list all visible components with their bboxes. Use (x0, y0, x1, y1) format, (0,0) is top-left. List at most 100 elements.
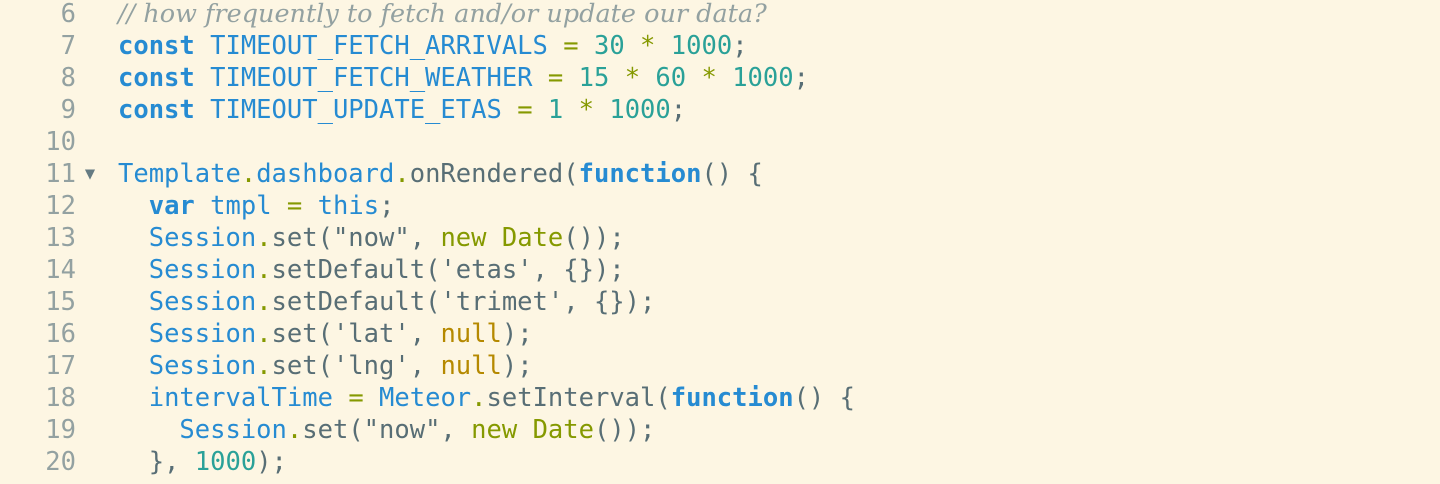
code-token: null (440, 319, 502, 349)
code-text: Session.set("now", new Date()); (118, 414, 655, 446)
code-token: ()); (563, 223, 625, 253)
code-line[interactable]: 10 (0, 126, 1440, 158)
code-text: const TIMEOUT_FETCH_WEATHER = 15 * 60 * … (118, 62, 809, 94)
code-line[interactable]: 16 Session.set('lat', null); (0, 318, 1440, 350)
line-number: 16 (45, 319, 76, 349)
code-text: Session.setDefault('trimet', {}); (118, 286, 656, 318)
triangle-down-icon[interactable]: ▼ (82, 158, 98, 190)
line-number: 20 (45, 447, 76, 477)
line-number: 8 (60, 63, 76, 93)
line-number: 19 (45, 415, 76, 445)
line-number: 13 (45, 223, 76, 253)
code-line[interactable]: 9 const TIMEOUT_UPDATE_ETAS = 1 * 1000; (0, 94, 1440, 126)
code-line[interactable]: 18 intervalTime = Meteor.setInterval(fun… (0, 382, 1440, 414)
code-line[interactable]: 7 const TIMEOUT_FETCH_ARRIVALS = 30 * 100… (0, 30, 1440, 62)
code-text: const TIMEOUT_UPDATE_ETAS = 1 * 1000; (118, 94, 686, 126)
code-token: . (286, 415, 303, 445)
line-number: 14 (45, 255, 76, 285)
line-number: 7 (60, 31, 76, 61)
code-token: . (240, 159, 257, 189)
code-token: . (256, 223, 272, 253)
code-line[interactable]: 15 Session.setDefault('trimet', {}); (0, 286, 1440, 318)
code-token: Template (118, 159, 241, 189)
code-token: TIMEOUT_UPDATE_ETAS (210, 95, 502, 125)
code-token: const (118, 95, 195, 125)
code-token: ; (793, 63, 809, 93)
code-token: ; (732, 31, 748, 61)
code-token: Session (148, 351, 257, 381)
code-text: // how frequently to fetch and/or update… (118, 0, 767, 30)
code-token: new (471, 415, 518, 445)
code-token: () { (793, 383, 855, 413)
code-token: = (286, 191, 303, 221)
line-number: 11 (45, 159, 76, 189)
code-token: = (517, 95, 533, 125)
code-token: * (578, 95, 594, 125)
code-text: intervalTime = Meteor.setInterval(functi… (118, 382, 855, 414)
code-token: setDefault('etas', {}); (271, 255, 625, 285)
line-number: 9 (60, 95, 76, 125)
code-line[interactable]: 20 }, 1000); (0, 446, 1440, 478)
code-token: set('lat', (271, 319, 441, 349)
code-line[interactable]: 11 ▼ Template.dashboard.onRendered(functio… (0, 158, 1440, 190)
code-token: ; (379, 191, 395, 221)
code-line[interactable]: 13 Session.set("now", new Date()); (0, 222, 1440, 254)
code-token: 1000 (609, 95, 671, 125)
code-token: Date (501, 223, 564, 253)
code-token: * (701, 63, 717, 93)
code-token: function (670, 383, 794, 413)
code-text: Session.setDefault('etas', {}); (118, 254, 625, 286)
code-token: () { (701, 159, 763, 189)
code-text: Session.set('lng', null); (118, 350, 533, 382)
code-line[interactable]: 8 const TIMEOUT_FETCH_WEATHER = 15 * 60 *… (0, 62, 1440, 94)
code-token: 1000 (670, 31, 733, 61)
code-token: TIMEOUT_FETCH_ARRIVALS (210, 31, 548, 61)
code-line[interactable]: 19 Session.set("now", new Date()); (0, 414, 1440, 446)
code-token: Session (148, 223, 257, 253)
code-token: }, (118, 447, 195, 477)
code-token: const (118, 63, 195, 93)
code-token: * (640, 31, 656, 61)
code-token: ); (256, 447, 287, 477)
line-number: 15 (45, 287, 76, 317)
code-line[interactable]: 17 Session.set('lng', null); (0, 350, 1440, 382)
code-token: set("now", (271, 223, 441, 253)
code-token: Session (179, 415, 287, 445)
code-token: setInterval( (486, 383, 671, 413)
code-token: 1 (547, 95, 564, 125)
code-token: . (256, 319, 272, 349)
code-token: null (440, 351, 502, 381)
code-token: var (148, 191, 195, 221)
code-line[interactable]: 12 var tmpl = this; (0, 190, 1440, 222)
code-token: function (578, 159, 702, 189)
code-token: 15 (578, 63, 610, 93)
code-token: intervalTime (148, 383, 333, 413)
code-line[interactable]: 14 Session.setDefault('etas', {}); (0, 254, 1440, 286)
code-token: // how frequently to fetch and/or update… (118, 0, 767, 29)
code-token: = (348, 383, 364, 413)
code-editor[interactable]: 6 // how frequently to fetch and/or updat… (0, 0, 1440, 478)
line-number: 17 (45, 351, 76, 381)
code-token: 30 (593, 31, 625, 61)
code-line[interactable]: 6 // how frequently to fetch and/or updat… (0, 0, 1440, 30)
code-token: tmpl (210, 191, 272, 221)
